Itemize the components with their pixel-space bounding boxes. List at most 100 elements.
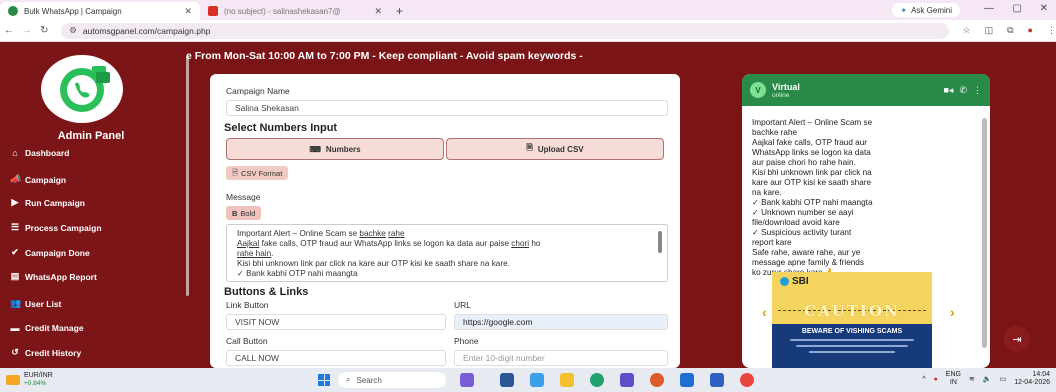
url-field[interactable]: ⚙ automsgpanel.com/campaign.php xyxy=(61,22,949,39)
site-info-icon[interactable]: ⚙ xyxy=(69,25,77,36)
store-app-icon[interactable] xyxy=(710,373,724,387)
wifi-icon[interactable]: ≋ xyxy=(969,375,975,383)
tab-campaign[interactable]: Bulk WhatsApp | Campaign ✕ xyxy=(0,2,200,20)
more-icon[interactable]: ⋮ xyxy=(973,85,982,96)
message-text: ho xyxy=(529,239,541,248)
bubble-line: file/download avoid kare xyxy=(752,218,840,227)
copilot-app-icon[interactable] xyxy=(530,373,544,387)
message-bubble: Important Alert – Online Scam se bachke … xyxy=(748,116,978,277)
taskbar-search[interactable]: ⌕ Search xyxy=(338,372,446,388)
users-icon: 👥 xyxy=(10,298,22,308)
firefox-icon[interactable] xyxy=(650,373,664,387)
message-scrollbar[interactable] xyxy=(658,231,662,253)
sidebar: Admin Panel ⌂ Dashboard 📣 Campaign ▶ Run Ca… xyxy=(0,42,182,368)
upload-csv-button[interactable]: 🗎 Upload CSV xyxy=(446,138,664,160)
profile-avatar-icon[interactable]: ● xyxy=(1028,25,1033,36)
tray-app-icon[interactable]: ● xyxy=(934,376,938,383)
chrome-browser-icon[interactable] xyxy=(740,373,754,387)
teams-app-icon[interactable] xyxy=(620,373,634,387)
new-tab-button[interactable]: + xyxy=(390,2,409,20)
bold-label: Bold xyxy=(240,208,256,218)
tab-gmail[interactable]: (no subject) - salinashekasan7@ ✕ xyxy=(200,2,390,20)
app-logo-icon xyxy=(41,55,123,123)
sidebar-item-label: Credit History xyxy=(25,347,82,358)
sbi-logo-icon xyxy=(780,277,789,286)
reload-icon[interactable]: ↻ xyxy=(35,25,53,36)
link-button-input[interactable]: VISIT NOW xyxy=(226,314,446,330)
widgets-app-icon[interactable] xyxy=(500,373,514,387)
sidebar-item-label: Credit Manage xyxy=(25,323,84,333)
message-text: Aajkal xyxy=(237,239,260,248)
chevron-up-icon[interactable]: ^ xyxy=(922,376,925,383)
language-code[interactable]: ENG xyxy=(946,371,961,379)
logout-button[interactable]: ⇥ xyxy=(1004,326,1030,352)
sbi-caution-image: SBI CAUTION BEWARE OF VISHING SCAMS xyxy=(772,272,932,368)
sidebar-item-user-list[interactable]: 👥 User List xyxy=(10,298,61,309)
minimize-icon[interactable]: — xyxy=(984,3,994,14)
maximize-icon[interactable]: ▢ xyxy=(1013,3,1022,14)
home-icon: ⌂ xyxy=(12,148,18,158)
taskview-app-icon[interactable] xyxy=(460,373,474,387)
bubble-line: ✓ Suspicious activity turant xyxy=(752,228,852,237)
url-input[interactable]: https://google.com xyxy=(454,314,668,330)
close-window-icon[interactable]: ✕ xyxy=(1040,3,1048,14)
whatsapp-preview: V Virtual online ■◂ ✆ ⋮ Important Alert … xyxy=(742,74,990,368)
message-line: Important Alert – Online Scam se bachke … xyxy=(237,229,657,239)
carousel-next-icon[interactable]: › xyxy=(950,304,955,320)
windows-start-icon[interactable] xyxy=(318,374,330,386)
back-icon[interactable]: ← xyxy=(0,25,18,36)
clock[interactable]: 14:04 12-04-2026 xyxy=(1014,371,1050,387)
sidebar-item-credit-manage[interactable]: ▬ Credit Manage xyxy=(10,323,84,333)
bold-button[interactable]: B Bold xyxy=(226,206,262,220)
sidebar-item-whatsapp-report[interactable]: ▤ WhatsApp Report xyxy=(10,271,97,282)
sidebar-item-label: Campaign Done xyxy=(25,247,90,258)
file-explorer-icon[interactable] xyxy=(560,373,574,387)
forward-icon[interactable]: → xyxy=(18,25,36,36)
sidebar-item-credit-history[interactable]: ↺ Credit History xyxy=(10,347,81,358)
sidebar-item-campaign[interactable]: 📣 Campaign xyxy=(10,174,66,185)
stock-ticker-widget[interactable]: EUR/INR +0.84% xyxy=(6,372,53,387)
search-placeholder: Search xyxy=(356,375,382,385)
close-tab-icon[interactable]: ✕ xyxy=(374,6,382,17)
preview-scrollbar[interactable] xyxy=(982,118,987,348)
message-textarea[interactable]: Important Alert – Online Scam se bachke … xyxy=(226,224,668,282)
gmail-favicon-icon xyxy=(208,6,218,16)
ask-gemini-button[interactable]: ✦ Ask Gemini xyxy=(892,3,960,17)
campaign-name-input[interactable]: Salina Shekasan xyxy=(226,100,668,116)
bubble-line: bachke rahe xyxy=(752,128,798,137)
split-view-icon[interactable]: ⧉ xyxy=(1007,25,1013,36)
edge-browser-icon[interactable] xyxy=(590,373,604,387)
link-button-label: Link Button xyxy=(226,300,269,310)
extensions-icon[interactable]: ◫ xyxy=(985,25,994,36)
message-line: rahe hain. xyxy=(237,249,657,259)
bold-icon: B xyxy=(232,208,238,218)
mail-app-icon[interactable] xyxy=(680,373,694,387)
file-csv-icon: 🗎 xyxy=(526,143,533,152)
report-icon: ▤ xyxy=(10,271,20,281)
numbers-button[interactable]: ⌨ Numbers xyxy=(226,138,444,160)
close-tab-icon[interactable]: ✕ xyxy=(184,6,192,17)
phone-call-icon[interactable]: ✆ xyxy=(959,85,967,96)
sidebar-item-run-campaign[interactable]: ▶ Run Campaign xyxy=(10,197,85,208)
carousel-prev-icon[interactable]: ‹ xyxy=(762,304,767,320)
bubble-line: na kare. xyxy=(752,188,782,197)
call-button-input[interactable]: CALL NOW xyxy=(226,350,446,366)
tab-title: (no subject) - salinashekasan7@ xyxy=(224,6,341,16)
bookmark-star-icon[interactable]: ☆ xyxy=(963,25,971,36)
video-call-icon[interactable]: ■◂ xyxy=(943,85,953,96)
phone-input[interactable]: Enter 10-digit number xyxy=(454,350,668,366)
message-text: bachke xyxy=(359,229,386,238)
menu-icon[interactable]: ⋮ xyxy=(1047,25,1056,36)
sidebar-item-process-campaign[interactable]: ☰ Process Campaign xyxy=(10,222,102,233)
sidebar-item-campaign-done[interactable]: ✔ Campaign Done xyxy=(10,247,90,258)
sidebar-scrollbar[interactable] xyxy=(186,56,189,296)
battery-icon[interactable]: ▭ xyxy=(1000,375,1007,383)
csv-format-button[interactable]: 🗎 CSV Format xyxy=(226,166,289,180)
sidebar-item-label: Run Campaign xyxy=(25,197,85,208)
volume-icon[interactable]: 🔈 xyxy=(983,375,992,383)
ticker-name: EUR/INR xyxy=(24,372,53,379)
message-line: Aajkal fake calls, OTP fraud aur WhatsAp… xyxy=(237,239,657,249)
sidebar-item-dashboard[interactable]: ⌂ Dashboard xyxy=(10,148,69,158)
card-icon: ▬ xyxy=(10,323,20,333)
bubble-line: ✓ Unknown number se aayi xyxy=(752,208,854,217)
